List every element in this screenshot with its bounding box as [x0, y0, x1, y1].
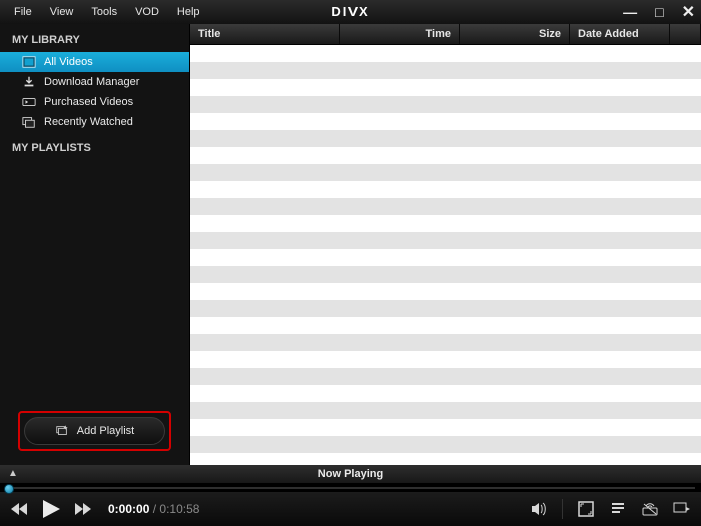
table-row — [190, 113, 701, 130]
now-playing-toggle-icon[interactable]: ▲ — [8, 468, 18, 479]
sidebar-item-label: Purchased Videos — [44, 96, 133, 108]
logo-text: DIVX — [331, 4, 369, 19]
seek-track — [6, 487, 695, 489]
table-row — [190, 300, 701, 317]
ticket-icon — [22, 95, 36, 109]
table-row — [190, 45, 701, 62]
previous-button[interactable] — [10, 501, 30, 517]
separator — [562, 499, 563, 519]
sidebar-item-purchased-videos[interactable]: Purchased Videos — [0, 92, 189, 112]
table-row — [190, 232, 701, 249]
table-row — [190, 453, 701, 464]
table-row — [190, 249, 701, 266]
menu-tools[interactable]: Tools — [83, 3, 125, 21]
titlebar: File View Tools VOD Help DIVX — □ ✕ — [0, 0, 701, 24]
sidebar: MY LIBRARY All Videos Download Manager — [0, 24, 190, 465]
main-area: MY LIBRARY All Videos Download Manager — [0, 24, 701, 465]
table-row — [190, 62, 701, 79]
app-window: File View Tools VOD Help DIVX — □ ✕ MY L… — [0, 0, 701, 526]
content-area: Title Time Size Date Added — [190, 24, 701, 465]
table-row — [190, 147, 701, 164]
table-row — [190, 283, 701, 300]
minimize-button[interactable]: — — [623, 4, 637, 20]
cast-icon[interactable] — [673, 500, 691, 518]
sidebar-item-download-manager[interactable]: Download Manager — [0, 72, 189, 92]
add-playlist-icon — [55, 424, 69, 438]
time-display: 0:00:00 / 0:10:58 — [108, 502, 199, 516]
film-icon — [22, 55, 36, 69]
table-row — [190, 198, 701, 215]
table-row — [190, 334, 701, 351]
menu-file[interactable]: File — [6, 3, 40, 21]
elapsed-time: 0:00:00 — [108, 502, 149, 516]
menu-view[interactable]: View — [42, 3, 82, 21]
playback-controls: 0:00:00 / 0:10:58 — [10, 499, 199, 519]
window-controls: — □ ✕ — [623, 2, 695, 22]
table-row — [190, 215, 701, 232]
add-playlist-highlight: Add Playlist — [18, 411, 171, 451]
sidebar-item-all-videos[interactable]: All Videos — [0, 52, 189, 72]
download-icon — [22, 75, 36, 89]
fullscreen-icon[interactable] — [577, 500, 595, 518]
now-playing-bar[interactable]: ▲ Now Playing — [0, 465, 701, 483]
app-logo: DIVX — [331, 4, 369, 19]
history-icon — [22, 115, 36, 129]
menu-help[interactable]: Help — [169, 3, 208, 21]
add-playlist-button[interactable]: Add Playlist — [24, 417, 165, 445]
table-row — [190, 402, 701, 419]
table-row — [190, 164, 701, 181]
duration-time: 0:10:58 — [159, 502, 199, 516]
menubar: File View Tools VOD Help — [6, 3, 208, 21]
table-row — [190, 368, 701, 385]
seek-bar[interactable] — [0, 483, 701, 493]
maximize-button[interactable]: □ — [655, 4, 663, 20]
table-row — [190, 181, 701, 198]
table-row — [190, 317, 701, 334]
sidebar-spacer — [0, 160, 189, 401]
table-row — [190, 419, 701, 436]
table-row — [190, 385, 701, 402]
table-row — [190, 436, 701, 453]
close-button[interactable]: ✕ — [682, 2, 695, 22]
add-playlist-label: Add Playlist — [77, 425, 134, 437]
column-time[interactable]: Time — [340, 24, 460, 45]
seek-thumb[interactable] — [4, 484, 14, 494]
volume-icon[interactable] — [530, 500, 548, 518]
list-header: Title Time Size Date Added — [190, 24, 701, 46]
playlist-icon[interactable] — [609, 500, 627, 518]
column-title[interactable]: Title — [190, 24, 340, 45]
player-right-controls — [530, 499, 691, 519]
play-button[interactable] — [40, 499, 62, 519]
table-row — [190, 266, 701, 283]
table-row — [190, 130, 701, 147]
sidebar-playlists-title: MY PLAYLISTS — [0, 132, 189, 160]
stream-icon[interactable] — [641, 500, 659, 518]
time-separator: / — [149, 502, 159, 516]
table-row — [190, 96, 701, 113]
next-button[interactable] — [72, 501, 92, 517]
now-playing-label: Now Playing — [318, 468, 383, 480]
player-bar: 0:00:00 / 0:10:58 — [0, 492, 701, 526]
list-body[interactable] — [190, 45, 701, 464]
table-row — [190, 351, 701, 368]
sidebar-library-list: All Videos Download Manager Purchased Vi… — [0, 52, 189, 132]
table-row — [190, 79, 701, 96]
sidebar-item-label: Recently Watched — [44, 116, 133, 128]
sidebar-library-title: MY LIBRARY — [0, 24, 189, 52]
sidebar-item-recently-watched[interactable]: Recently Watched — [0, 112, 189, 132]
add-playlist-area: Add Playlist — [0, 401, 189, 465]
sidebar-item-label: Download Manager — [44, 76, 139, 88]
column-spacer — [670, 24, 701, 45]
sidebar-item-label: All Videos — [44, 56, 93, 68]
column-date-added[interactable]: Date Added — [570, 24, 670, 45]
menu-vod[interactable]: VOD — [127, 3, 167, 21]
column-size[interactable]: Size — [460, 24, 570, 45]
